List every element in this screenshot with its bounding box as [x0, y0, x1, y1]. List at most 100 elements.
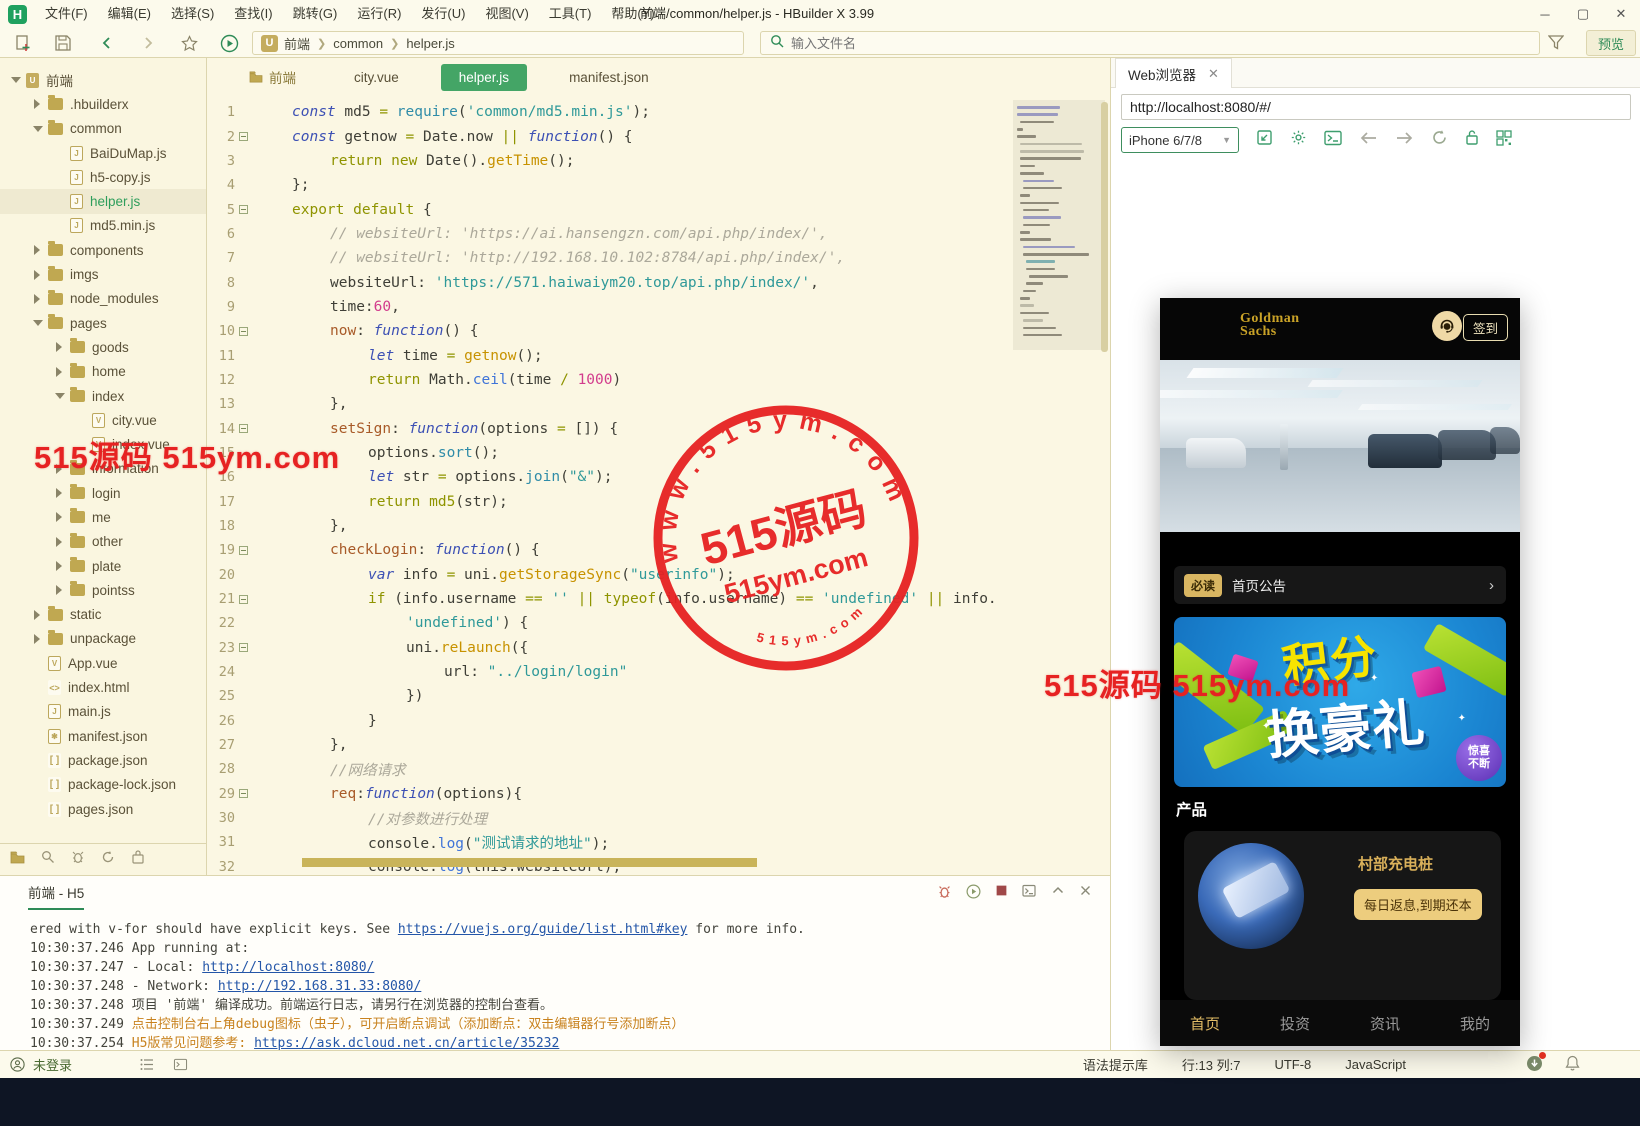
save-icon[interactable]	[52, 32, 74, 54]
code-line-19[interactable]: 19 checkLogin: function() {	[207, 538, 1110, 562]
code-line-24[interactable]: 24 url: "../login/login"	[207, 660, 1110, 684]
editor-tab-city.vue[interactable]: city.vue	[336, 64, 417, 91]
tree-item-md5.min.js[interactable]: Jmd5.min.js	[0, 214, 206, 238]
terminal-icon[interactable]	[1022, 884, 1037, 904]
menu-item-6[interactable]: 发行(U)	[411, 0, 475, 28]
tree-expander-icon[interactable]	[54, 488, 64, 499]
status-item-3[interactable]: JavaScript	[1345, 1057, 1406, 1072]
tree-item-App.vue[interactable]: V App.vue	[0, 651, 206, 675]
terminal-status-icon[interactable]	[173, 1058, 188, 1071]
horizontal-scrollbar[interactable]	[302, 858, 757, 867]
tree-item-home[interactable]: home	[0, 360, 206, 384]
qr-code-icon[interactable]	[1496, 129, 1512, 151]
code-line-12[interactable]: 12 return Math.ceil(time / 1000)	[207, 368, 1110, 392]
collapse-panel-icon[interactable]	[1051, 884, 1065, 904]
tree-item-imgs[interactable]: imgs	[0, 262, 206, 286]
code-line-7[interactable]: 7 // websiteUrl: 'http://192.168.10.102:8…	[207, 246, 1110, 270]
fold-marker-icon[interactable]	[235, 545, 252, 555]
menu-item-3[interactable]: 查找(I)	[224, 0, 282, 28]
notice-bar[interactable]: 必读 首页公告 ›	[1174, 566, 1506, 604]
fold-marker-icon[interactable]	[235, 594, 252, 604]
refresh-panel-icon[interactable]	[101, 850, 115, 869]
tree-expander-icon[interactable]	[54, 342, 64, 353]
tree-expander-icon[interactable]	[54, 512, 64, 523]
tree-expander-icon[interactable]	[54, 391, 65, 401]
phone-tab-我的[interactable]: 我的	[1430, 1013, 1520, 1034]
tree-item-manifest.json[interactable]: ✱ manifest.json	[0, 724, 206, 748]
customer-service-icon[interactable]	[1432, 311, 1462, 341]
minimize-button[interactable]: ─	[1526, 0, 1564, 28]
fold-marker-icon[interactable]	[235, 789, 252, 799]
code-line-22[interactable]: 22 'undefined') {	[207, 611, 1110, 635]
tree-item-helper.js[interactable]: Jhelper.js	[0, 189, 206, 214]
menu-item-7[interactable]: 视图(V)	[475, 0, 538, 28]
tree-item-pages.json[interactable]: [ ] pages.json	[0, 797, 206, 821]
maximize-button[interactable]: ▢	[1564, 0, 1602, 28]
browser-tab-close-icon[interactable]: ✕	[1208, 66, 1219, 82]
checkin-button[interactable]: 签到	[1462, 314, 1508, 341]
console-link[interactable]: http://192.168.31.33:8080/	[218, 979, 422, 994]
tree-expander-icon[interactable]	[54, 463, 64, 474]
debug-bug-icon[interactable]	[937, 884, 952, 904]
tree-item-package-lock.json[interactable]: [ ] package-lock.json	[0, 773, 206, 797]
login-status[interactable]: 未登录	[10, 1055, 188, 1074]
settings-gear-icon[interactable]	[1290, 129, 1307, 151]
breadcrumb[interactable]: U 前端 ❯ common ❯ helper.js	[252, 31, 744, 55]
outline-list-icon[interactable]	[140, 1058, 155, 1071]
minimap[interactable]	[1013, 100, 1105, 860]
status-item-2[interactable]: UTF-8	[1274, 1057, 1311, 1072]
tree-item-node_modules[interactable]: node_modules	[0, 287, 206, 311]
code-line-21[interactable]: 21 if (info.username == '' || typeof(info…	[207, 587, 1110, 611]
console-tab[interactable]: 前端 - H5	[28, 882, 85, 910]
tree-expander-icon[interactable]	[32, 609, 42, 620]
tree-item-main.js[interactable]: Jmain.js	[0, 700, 206, 724]
phone-tab-资讯[interactable]: 资讯	[1340, 1013, 1430, 1034]
tree-item-pages[interactable]: pages	[0, 311, 206, 335]
breadcrumb-item[interactable]: 前端	[284, 34, 310, 53]
code-line-15[interactable]: 15 options.sort();	[207, 441, 1110, 465]
tree-item-me[interactable]: me	[0, 505, 206, 529]
code-line-2[interactable]: 2 const getnow = Date.now || function() {	[207, 124, 1110, 148]
console-open-icon[interactable]	[1324, 130, 1342, 151]
editor-tab-helper.js[interactable]: helper.js	[440, 63, 528, 91]
code-line-9[interactable]: 9 time:60,	[207, 295, 1110, 319]
tree-item-h5-copy.js[interactable]: Jh5-copy.js	[0, 165, 206, 189]
tree-item-login[interactable]: login	[0, 481, 206, 505]
preview-button[interactable]: 预览	[1586, 30, 1636, 56]
code-line-16[interactable]: 16 let str = options.join("&");	[207, 465, 1110, 489]
nav-back-icon[interactable]	[1359, 131, 1378, 150]
debug-panel-icon[interactable]	[71, 850, 85, 869]
restart-run-icon[interactable]	[966, 884, 981, 904]
browser-url-input[interactable]: http://localhost:8080/#/	[1121, 94, 1631, 120]
phone-tab-首页[interactable]: 首页	[1160, 1013, 1250, 1034]
menu-item-2[interactable]: 选择(S)	[161, 0, 224, 28]
tree-expander-icon[interactable]	[54, 585, 64, 596]
tree-item-BaiDuMap.js[interactable]: J BaiDuMap.js	[0, 141, 206, 165]
code-line-29[interactable]: 29 req:function(options){	[207, 782, 1110, 806]
browser-tab[interactable]: Web浏览器 ✕	[1115, 58, 1232, 88]
tree-expander-icon[interactable]	[32, 269, 42, 280]
status-item-1[interactable]: 行:13 列:7	[1182, 1055, 1241, 1074]
tree-item-unpackage[interactable]: unpackage	[0, 627, 206, 651]
close-button[interactable]: ✕	[1602, 0, 1640, 28]
menu-item-4[interactable]: 跳转(G)	[283, 0, 348, 28]
status-item-0[interactable]: 语法提示库	[1083, 1055, 1148, 1074]
code-line-27[interactable]: 27},	[207, 733, 1110, 757]
open-external-icon[interactable]	[1256, 129, 1273, 151]
tree-item-goods[interactable]: goods	[0, 335, 206, 359]
forward-icon[interactable]	[137, 32, 159, 54]
console-link[interactable]: http://localhost:8080/	[202, 960, 374, 975]
tree-expander-icon[interactable]	[32, 124, 43, 134]
tree-item-index[interactable]: index	[0, 384, 206, 408]
code-line-28[interactable]: 28 //网络请求	[207, 757, 1110, 781]
run-icon[interactable]	[218, 32, 240, 54]
tree-item-index.html[interactable]: <> index.html	[0, 675, 206, 699]
code-line-20[interactable]: 20 var info = uni.getStorageSync("userinf…	[207, 563, 1110, 587]
code-line-25[interactable]: 25})	[207, 684, 1110, 708]
tree-expander-icon[interactable]	[32, 293, 42, 304]
update-icon[interactable]	[1526, 1051, 1546, 1075]
fold-marker-icon[interactable]	[235, 205, 252, 215]
fold-marker-icon[interactable]	[235, 132, 252, 142]
code-line-31[interactable]: 31 console.log("测试请求的地址");	[207, 830, 1110, 854]
tree-expander-icon[interactable]	[32, 633, 42, 644]
